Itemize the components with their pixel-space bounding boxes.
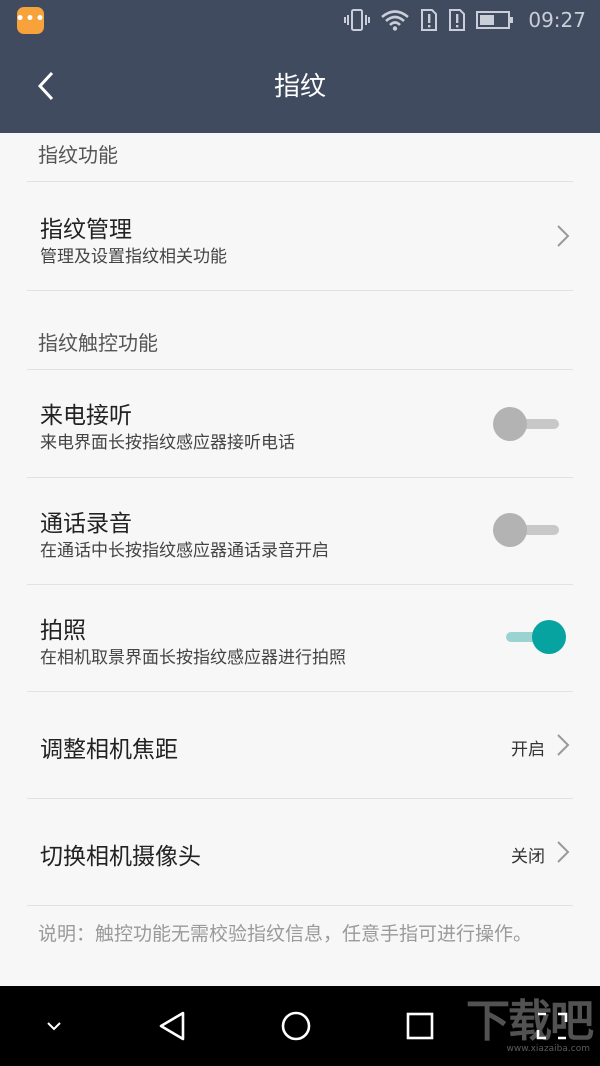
watermark-url: www.xiazaiba.com: [506, 1044, 590, 1054]
row-value: 关闭: [511, 847, 545, 867]
nav-recents-button[interactable]: [396, 1006, 444, 1046]
row-subtitle: 管理及设置指纹相关功能: [40, 247, 227, 267]
row-title: 通话录音: [40, 511, 132, 537]
notification-down-icon: [47, 1022, 61, 1031]
settings-list: 指纹功能 指纹管理 管理及设置指纹相关功能 指纹触控功能 来电接听 来电界面长按…: [0, 133, 600, 986]
row-title: 切换相机摄像头: [40, 844, 201, 870]
nav-back-button[interactable]: [148, 1006, 196, 1046]
row-subtitle: 来电界面长按指纹感应器接听电话: [40, 433, 295, 453]
row-switch-camera[interactable]: 切换相机摄像头 关闭: [0, 799, 600, 905]
row-title: 拍照: [40, 618, 86, 644]
answer-call-toggle[interactable]: [493, 404, 563, 444]
divider: [27, 290, 573, 291]
toggle-knob: [493, 513, 527, 547]
nav-home-button[interactable]: [272, 1006, 320, 1046]
row-title: 调整相机焦距: [40, 737, 178, 763]
call-recording-toggle[interactable]: [493, 510, 563, 550]
status-time: 09:27: [528, 8, 586, 32]
toggle-knob: [532, 620, 566, 654]
status-bar: ••• 09:27: [0, 0, 600, 42]
battery-icon: [476, 11, 514, 29]
row-subtitle: 在通话中长按指纹感应器通话录音开启: [40, 541, 329, 561]
header: ••• 09:27 指纹: [0, 0, 600, 133]
row-fingerprint-management[interactable]: 指纹管理 管理及设置指纹相关功能: [0, 182, 600, 290]
row-title: 来电接听: [40, 403, 132, 429]
row-call-recording[interactable]: 通话录音 在通话中长按指纹感应器通话录音开启: [0, 478, 600, 584]
row-value: 开启: [511, 740, 545, 760]
sim-alert-icon: [421, 9, 438, 31]
status-icons: 09:27: [344, 5, 586, 35]
section-header-fingerprint-touch: 指纹触控功能: [38, 331, 158, 355]
chevron-right-icon: [557, 734, 570, 756]
page-title: 指纹: [273, 72, 326, 102]
section-header-fingerprint-function: 指纹功能: [38, 143, 118, 167]
back-triangle-icon: [159, 1011, 185, 1041]
home-circle-icon: [281, 1011, 311, 1041]
row-subtitle: 在相机取景界面长按指纹感应器进行拍照: [40, 648, 346, 668]
screen: ••• 09:27 指纹 指纹功能 指纹管理 管理及设置指纹相关功能 指纹触控功…: [0, 0, 600, 1066]
watermark-logo: 下载吧: [466, 996, 594, 1047]
chevron-right-icon: [557, 841, 570, 863]
row-title: 指纹管理: [40, 217, 132, 243]
recents-square-icon: [406, 1012, 434, 1040]
sim-alert-icon: [449, 9, 466, 31]
row-answer-call[interactable]: 来电接听 来电界面长按指纹感应器接听电话: [0, 370, 600, 477]
navigation-bar: 下载吧 www.xiazaiba.com: [0, 986, 600, 1066]
title-bar: 指纹: [0, 42, 600, 133]
take-photo-toggle[interactable]: [496, 617, 566, 657]
notification-down-button[interactable]: [30, 1006, 78, 1046]
note-text: 说明：触控功能无需校验指纹信息，任意手指可进行操作。: [38, 923, 533, 945]
row-take-photo[interactable]: 拍照 在相机取景界面长按指纹感应器进行拍照: [0, 585, 600, 691]
chevron-right-icon: [557, 225, 570, 247]
app-notification-icon[interactable]: •••: [16, 7, 44, 34]
row-adjust-focus[interactable]: 调整相机焦距 开启: [0, 692, 600, 798]
toggle-knob: [493, 407, 527, 441]
divider: [27, 905, 573, 906]
vibrate-icon: [344, 9, 371, 31]
wifi-icon: [381, 10, 410, 31]
